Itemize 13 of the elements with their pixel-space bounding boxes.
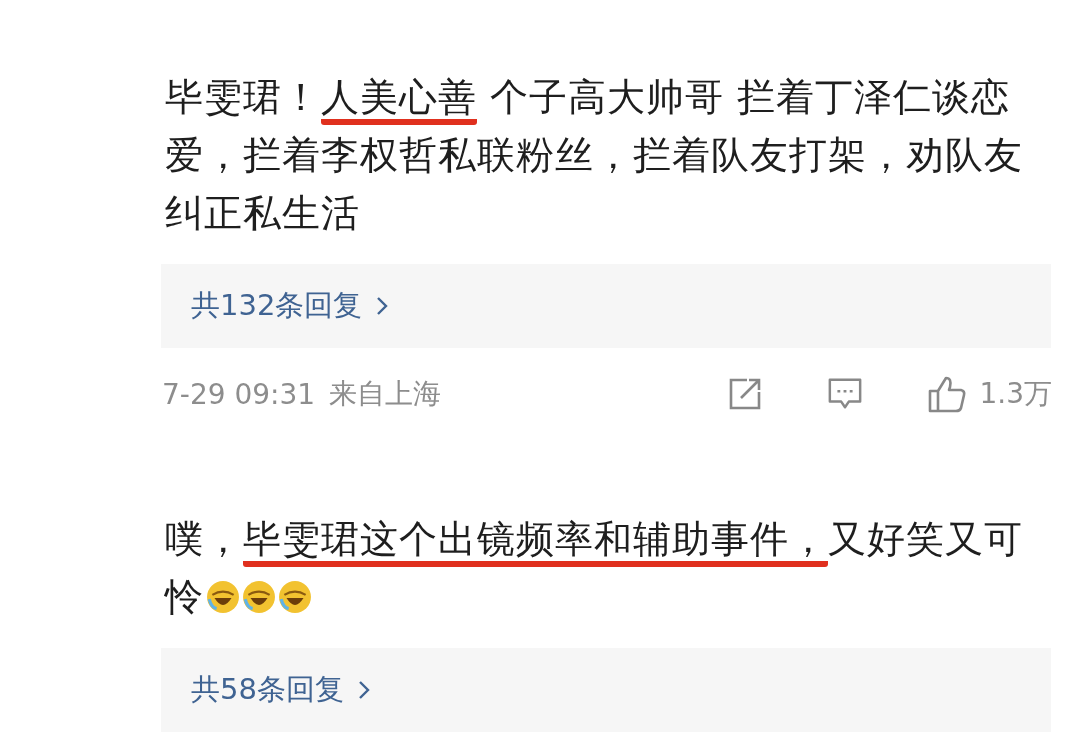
replies-link[interactable]: 共132条回复 (161, 264, 1051, 348)
thumbs-up-icon[interactable] (927, 375, 968, 413)
comment-location: 来自上海 (329, 376, 442, 412)
laughing-emoji-icon (242, 580, 276, 614)
chevron-icon (376, 296, 389, 316)
laughing-emoji-icon (206, 580, 240, 614)
like-count: 1.3万 (979, 376, 1052, 412)
comment-time: 7-29 09:31 (162, 377, 316, 411)
comment-text: 噗，毕雯珺这个出镜频率和辅助事件，又好笑又可怜 (165, 516, 1024, 621)
comment-text: 毕雯珺！人美心善 个子高大帅哥 拦着丁泽仁谈恋爱，拦着李权哲私联粉丝，拦着队友打架，劝队友纠正私生活 (165, 74, 1024, 237)
replies-link[interactable]: 共58条回复 (161, 648, 1051, 732)
laughing-emoji-icon (278, 580, 312, 614)
chevron-icon (357, 680, 370, 700)
